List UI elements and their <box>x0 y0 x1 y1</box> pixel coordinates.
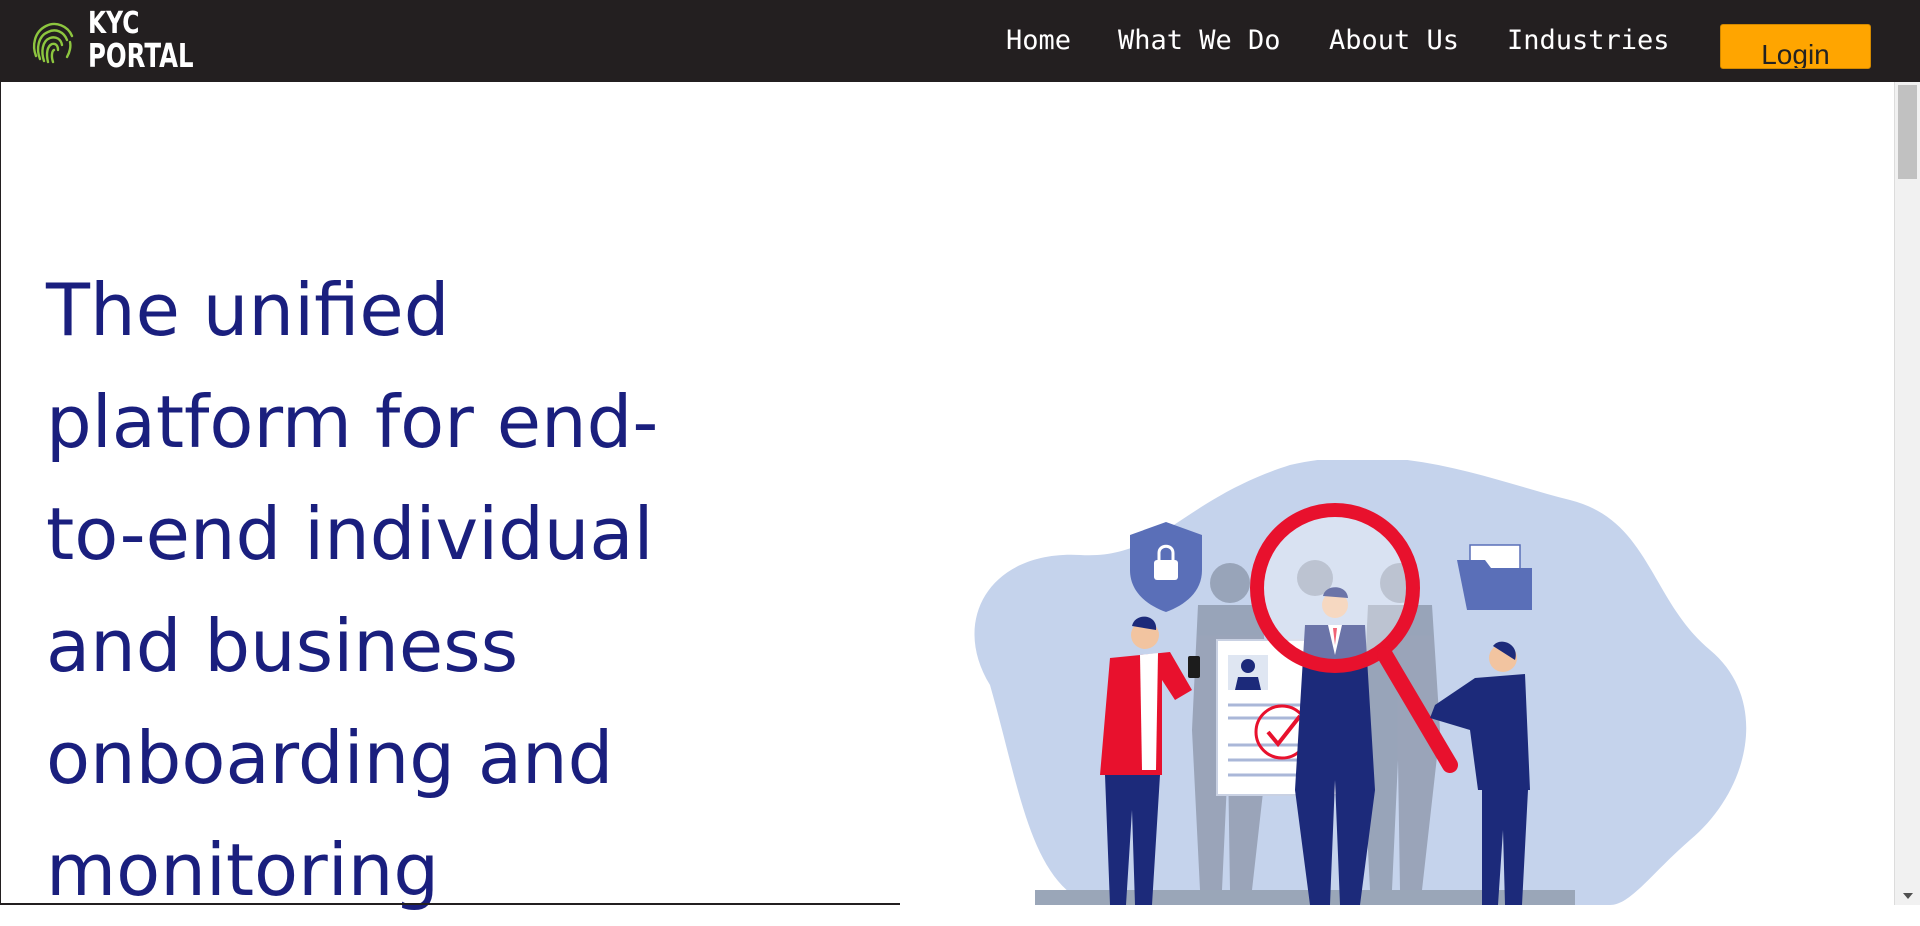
fingerprint-icon <box>32 22 74 64</box>
hero-line: platform for end- <box>46 380 659 464</box>
nav-link-industries[interactable]: Industries <box>1507 25 1670 56</box>
hero-line: to-end individual <box>46 492 654 576</box>
vertical-scrollbar[interactable] <box>1894 82 1920 905</box>
kyc-illustration <box>974 460 1747 905</box>
scroll-down-icon[interactable] <box>1903 893 1913 899</box>
nav-link-what-we-do[interactable]: What We Do <box>1118 25 1281 56</box>
nav-link-about-us[interactable]: About Us <box>1329 25 1459 56</box>
hero-line: onboarding and <box>46 716 614 800</box>
top-navbar: KYC PORTAL Home What We Do About Us Indu… <box>0 0 1920 82</box>
nav-link-home[interactable]: Home <box>1006 25 1071 56</box>
hero-line: The unified <box>46 268 450 352</box>
hero-line: monitoring <box>46 828 440 912</box>
page-border-left <box>0 82 1 905</box>
scroll-thumb[interactable] <box>1898 85 1917 179</box>
login-button[interactable]: Login <box>1720 24 1871 69</box>
hero-heading: The unified platform for end- to-end ind… <box>46 254 746 926</box>
kyc-portal-logo[interactable]: KYC PORTAL <box>30 6 194 76</box>
logo-text-portal: PORTAL <box>88 36 194 75</box>
hero-line: and business <box>46 604 519 688</box>
